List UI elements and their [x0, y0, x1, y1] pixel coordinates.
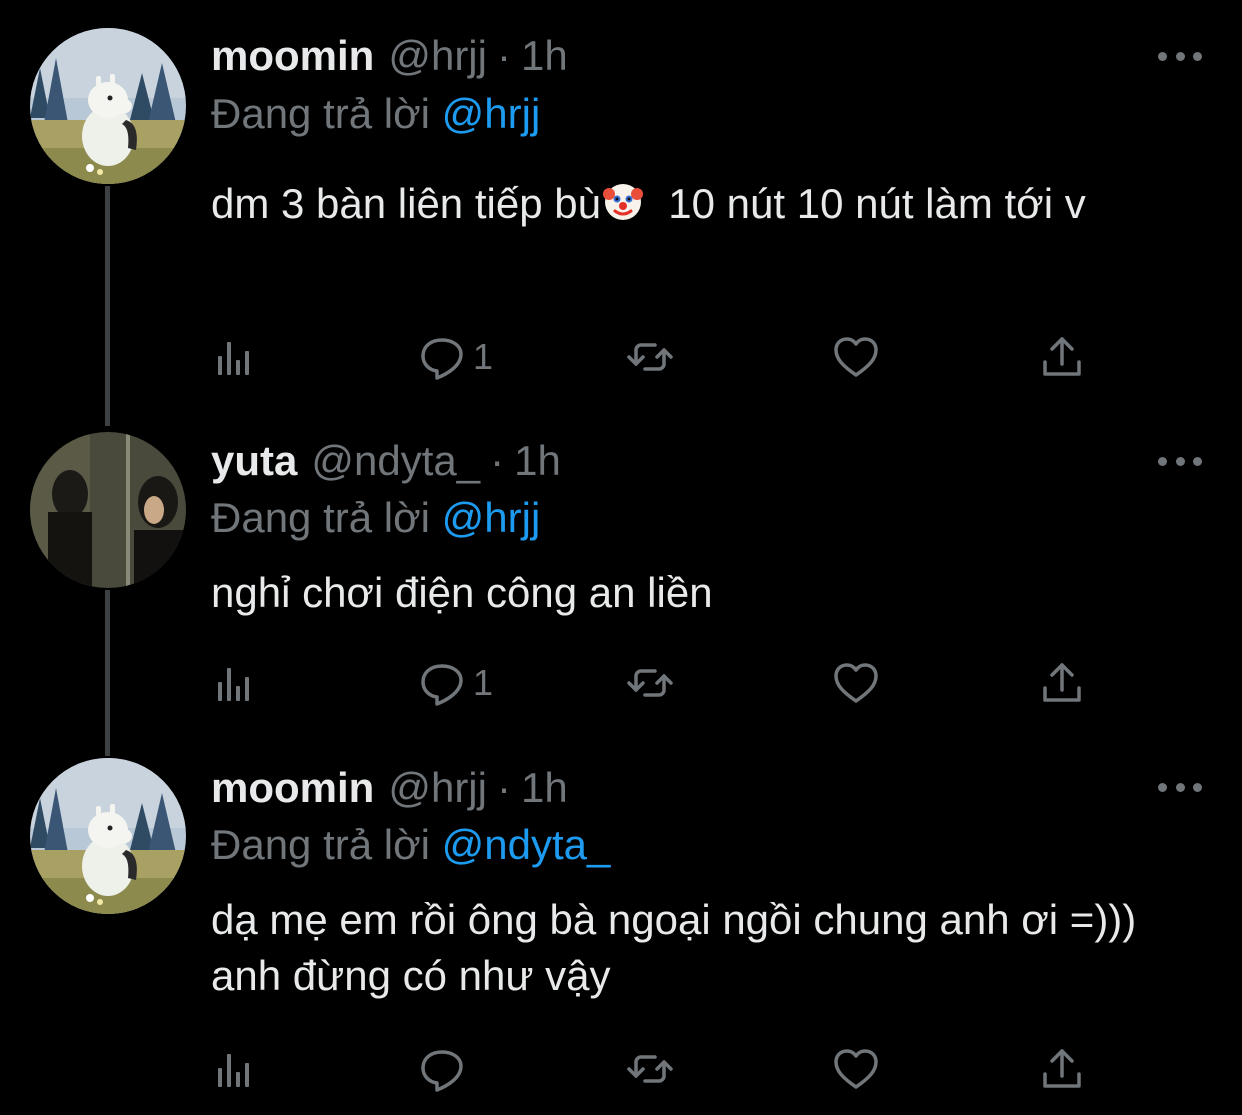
share-icon [1037, 332, 1087, 382]
tweet-header: moomin @hrjj · 1h [211, 758, 568, 818]
more-icon[interactable] [1158, 46, 1202, 66]
replying-prefix: Đang trả lời [211, 821, 430, 868]
avatar[interactable] [30, 28, 186, 184]
views-icon [211, 1044, 261, 1094]
replying-prefix: Đang trả lời [211, 90, 430, 137]
tweet-text: dm 3 bàn liên tiếp bù 10 nút 10 nút làm … [211, 176, 1201, 232]
mention-link[interactable]: @ndyta_ [442, 821, 611, 868]
user-handle[interactable]: @hrjj [388, 758, 487, 818]
separator: · [490, 437, 505, 484]
views-icon [211, 658, 261, 708]
replying-to: Đang trả lời @ndyta_ [211, 817, 610, 873]
share-button[interactable] [1037, 1044, 1087, 1094]
replying-to: Đang trả lời @hrjj [211, 490, 540, 546]
mention-link[interactable]: @hrjj [442, 494, 541, 541]
reply-icon [417, 332, 467, 382]
retweet-button[interactable] [625, 332, 675, 382]
action-bar [211, 1044, 1091, 1094]
timestamp[interactable]: 1h [514, 431, 561, 491]
tweet-text: nghỉ chơi điện công an liền [211, 569, 713, 616]
share-icon [1037, 658, 1087, 708]
action-bar: 1 [211, 658, 1091, 708]
views-button[interactable] [211, 658, 261, 708]
retweet-button[interactable] [625, 1044, 675, 1094]
display-name[interactable]: moomin [211, 758, 374, 818]
retweet-icon [625, 658, 675, 708]
thread-line [105, 590, 110, 756]
like-icon [831, 658, 881, 708]
tweet-text: dạ mẹ em rồi ông bà ngoại ngồi chung anh… [211, 896, 1137, 999]
reply-thread: moomin @hrjj · 1h Đang trả lời @hrjj dm … [0, 0, 1242, 1115]
share-button[interactable] [1037, 658, 1087, 708]
separator: · [496, 764, 511, 811]
retweet-icon [625, 332, 675, 382]
mirror-photo-avatar-icon [30, 432, 186, 588]
like-icon [831, 332, 881, 382]
reply-count: 1 [473, 336, 494, 377]
clown-face-icon [601, 180, 645, 224]
mention-link[interactable]: @hrjj [442, 90, 541, 137]
reply-icon [417, 658, 467, 708]
retweet-button[interactable] [625, 658, 675, 708]
views-icon [211, 332, 261, 382]
reply-button[interactable]: 1 [417, 332, 493, 382]
views-button[interactable] [211, 332, 261, 382]
tweet-header: moomin @hrjj · 1h [211, 26, 568, 86]
replying-to: Đang trả lời @hrjj [211, 86, 540, 142]
tweet-text-part: dm 3 bàn liên tiếp bù [211, 180, 601, 227]
avatar[interactable] [30, 758, 186, 914]
share-button[interactable] [1037, 332, 1087, 382]
reply-icon [417, 1044, 467, 1094]
like-button[interactable] [831, 332, 881, 382]
separator: · [496, 32, 511, 79]
moomin-avatar-icon [30, 28, 186, 184]
more-icon[interactable] [1158, 451, 1202, 471]
like-icon [831, 1044, 881, 1094]
like-button[interactable] [831, 1044, 881, 1094]
more-icon[interactable] [1158, 777, 1202, 797]
tweet-text-part: 10 nút 10 nút làm tới v [644, 180, 1086, 227]
timestamp[interactable]: 1h [521, 758, 568, 818]
reply-button[interactable] [417, 1044, 473, 1094]
thread-line [105, 186, 110, 426]
display-name[interactable]: moomin [211, 26, 374, 86]
views-button[interactable] [211, 1044, 261, 1094]
reply-button[interactable]: 1 [417, 658, 493, 708]
avatar[interactable] [30, 432, 186, 588]
replying-prefix: Đang trả lời [211, 494, 430, 541]
action-bar: 1 [211, 332, 1091, 382]
timestamp[interactable]: 1h [521, 26, 568, 86]
tweet-header: yuta @ndyta_ · 1h [211, 431, 561, 491]
share-icon [1037, 1044, 1087, 1094]
reply-count: 1 [473, 662, 494, 703]
moomin-avatar-icon [30, 758, 186, 914]
user-handle[interactable]: @ndyta_ [311, 431, 480, 491]
retweet-icon [625, 1044, 675, 1094]
user-handle[interactable]: @hrjj [388, 26, 487, 86]
like-button[interactable] [831, 658, 881, 708]
display-name[interactable]: yuta [211, 431, 297, 491]
